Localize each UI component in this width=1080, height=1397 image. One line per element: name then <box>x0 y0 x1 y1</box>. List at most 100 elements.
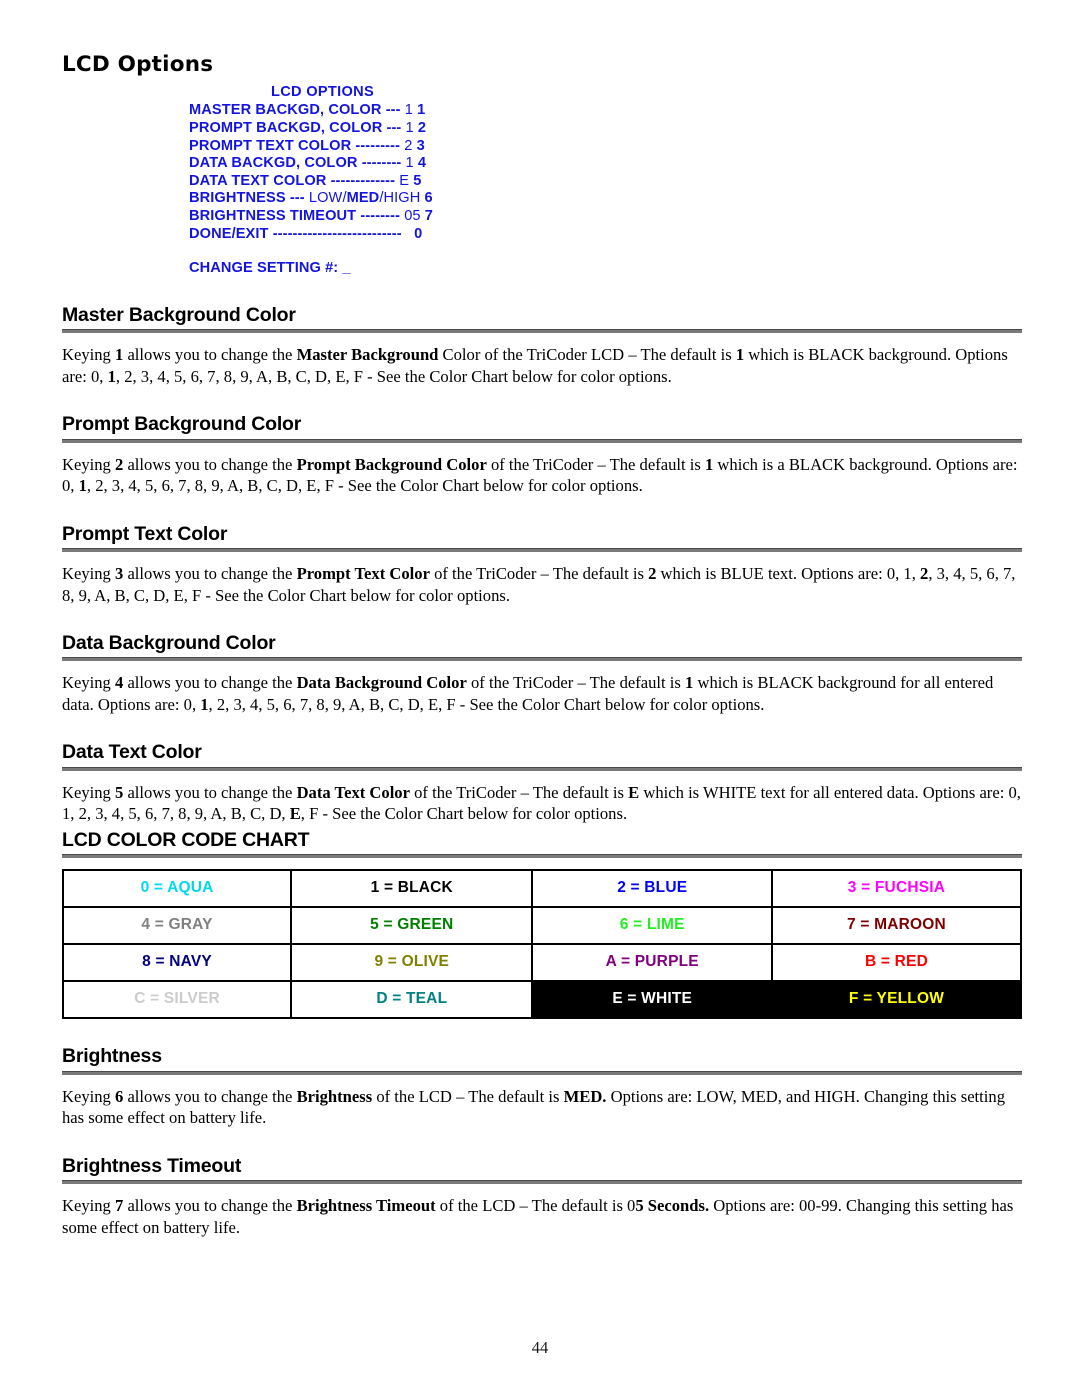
lcd-menu-value: 1 <box>404 102 418 119</box>
content-section: Master Background Color Keying 1 allows y… <box>62 304 1022 387</box>
content-section: Prompt Text Color Keying 3 allows you to … <box>62 523 1022 606</box>
lcd-menu-dashes: --- <box>386 119 406 136</box>
color-code-cell: D = TEAL <box>290 980 534 1020</box>
heading-rule <box>62 1070 1022 1075</box>
heading-rule <box>62 854 1022 859</box>
content-section: Data Text Color Keying 5 allows you to ch… <box>62 741 1022 824</box>
lcd-menu-label: BRIGHTNESS TIMEOUT <box>189 207 361 224</box>
color-code-cell: 7 = MAROON <box>770 906 1023 946</box>
page-title: LCD Options <box>62 52 214 77</box>
section-body: Keying 6 allows you to change the Bright… <box>62 1086 1005 1128</box>
lcd-menu-key: 3 <box>416 137 425 154</box>
lcd-menu-value: 05 <box>404 207 425 224</box>
lcd-menu-label: PROMPT BACKGD, COLOR <box>189 119 387 136</box>
lcd-menu-key: 2 <box>417 119 427 136</box>
section-body: Keying 7 allows you to change the Bright… <box>62 1196 1014 1237</box>
section-heading: Data Background Color <box>62 632 276 654</box>
lcd-menu-item: PROMPT TEXT COLOR --------- 2 3 <box>189 138 519 156</box>
table-row: 4 = GRAY 5 = GREEN 6 = LIME 7 = MAROON <box>61 906 1023 946</box>
content-section: Brightness Keying 6 allows you to change … <box>62 1045 1022 1128</box>
lcd-menu-label: MASTER BACKGD, COLOR <box>189 102 386 119</box>
section-body: Keying 3 allows you to change the Prompt… <box>62 564 1016 605</box>
section-body: Keying 4 allows you to change the Data B… <box>62 673 994 714</box>
lcd-menu-value: E <box>399 172 414 189</box>
color-code-cell: F = YELLOW <box>770 980 1023 1020</box>
sections-top: Master Background Color Keying 1 allows y… <box>62 304 1022 825</box>
color-code-cell: 9 = OLIVE <box>290 943 534 983</box>
document-page: LCD Options LCD OPTIONS MASTER BACKGD, C… <box>0 0 1080 1397</box>
lcd-menu-dashes: --- <box>289 190 309 207</box>
color-code-cell: 0 = AQUA <box>61 869 293 909</box>
section-heading: Master Background Color <box>62 303 296 326</box>
lcd-menu-value: 2 <box>404 137 417 154</box>
lcd-menu-value: 1 <box>405 119 418 136</box>
lcd-menu-dashes: --- <box>385 102 405 119</box>
lcd-menu-dashes: -------------------------- <box>272 225 406 242</box>
lcd-menu-item: DATA TEXT COLOR ------------- E 5 <box>189 173 519 191</box>
heading-rule <box>62 438 1022 443</box>
content-section: Prompt Background Color Keying 2 allows y… <box>62 413 1022 496</box>
color-code-cell: 3 = FUCHSIA <box>770 869 1023 909</box>
section-heading: Brightness Timeout <box>62 1154 242 1177</box>
lcd-screen-title: LCD OPTIONS <box>270 83 375 100</box>
lcd-menu-item: DATA BACKGD, COLOR -------- 1 4 <box>189 155 519 173</box>
lcd-value-med: MED <box>346 190 380 207</box>
lcd-screen-panel: LCD OPTIONS MASTER BACKGD, COLOR --- 1 1… <box>189 84 519 278</box>
color-chart-section: LCD COLOR CODE CHART 0 = AQUA 1 = BLACK 2 … <box>61 828 1023 1020</box>
lcd-menu-key: 4 <box>417 155 427 172</box>
lcd-menu-key: 1 <box>417 102 426 119</box>
lcd-menu-label: DATA TEXT COLOR <box>189 172 331 189</box>
lcd-menu-key: 5 <box>413 172 422 189</box>
lcd-menu-list: MASTER BACKGD, COLOR --- 1 1 PROMPT BACKG… <box>189 102 519 243</box>
lcd-menu-item: MASTER BACKGD, COLOR --- 1 1 <box>189 102 519 120</box>
color-code-cell: 8 = NAVY <box>61 943 293 983</box>
section-body: Keying 5 allows you to change the Data T… <box>62 782 1021 824</box>
lcd-menu-item: BRIGHTNESS --- LOW/MED/HIGH 6 <box>189 190 519 208</box>
content-section: Data Background Color Keying 4 allows you… <box>62 632 1022 715</box>
color-code-cell: E = WHITE <box>531 980 773 1020</box>
lcd-menu-item: BRIGHTNESS TIMEOUT -------- 05 7 <box>189 208 519 226</box>
lcd-menu-label: DATA BACKGD, COLOR <box>189 155 362 172</box>
lcd-menu-value: 1 <box>405 155 418 172</box>
color-code-cell: A = PURPLE <box>531 943 773 983</box>
section-heading: Brightness <box>62 1045 162 1068</box>
lcd-value-high: HIGH <box>383 190 425 207</box>
section-heading: Prompt Text Color <box>62 522 228 545</box>
lcd-menu-item: PROMPT BACKGD, COLOR --- 1 2 <box>189 120 519 138</box>
section-heading: Data Text Color <box>62 741 202 764</box>
color-code-cell: 4 = GRAY <box>61 906 293 946</box>
lcd-menu-label: DONE/EXIT <box>189 225 273 242</box>
lcd-color-code-table: 0 = AQUA 1 = BLACK 2 = BLUE 3 = FUCHSIA 4 = … <box>61 869 1023 1020</box>
color-code-cell: C = SILVER <box>61 980 293 1020</box>
heading-rule <box>62 329 1022 334</box>
lcd-value-low: LOW <box>308 190 343 207</box>
lcd-menu-key: 0 <box>414 225 423 242</box>
lcd-menu-value <box>406 226 414 242</box>
color-code-cell: 2 = BLUE <box>531 869 773 909</box>
heading-rule <box>62 1180 1022 1185</box>
color-chart-heading: LCD COLOR CODE CHART <box>62 828 310 851</box>
lcd-spacer <box>189 243 519 260</box>
color-code-cell: 1 = BLACK <box>290 869 534 909</box>
lcd-menu-label: PROMPT TEXT COLOR <box>189 137 356 154</box>
color-code-cell: 5 = GREEN <box>290 906 534 946</box>
lcd-menu-dashes: -------- <box>360 207 405 224</box>
heading-rule <box>62 657 1022 662</box>
lcd-menu-dashes: ------------- <box>330 172 400 189</box>
section-body: Keying 1 allows you to change the Master… <box>62 345 1008 386</box>
lcd-menu-dashes: -------- <box>361 155 406 172</box>
table-row: 8 = NAVY 9 = OLIVE A = PURPLE B = RED <box>61 943 1023 983</box>
heading-rule <box>62 548 1022 552</box>
table-row: 0 = AQUA 1 = BLACK 2 = BLUE 3 = FUCHSIA <box>61 869 1023 909</box>
color-code-cell: B = RED <box>770 943 1023 983</box>
section-heading: Prompt Background Color <box>62 413 302 436</box>
lcd-menu-key: 7 <box>424 207 434 224</box>
content-section: Brightness Timeout Keying 7 allows you to… <box>62 1155 1022 1238</box>
lcd-menu-key: 6 <box>424 190 433 207</box>
table-row: C = SILVER D = TEAL E = WHITE F = YELLOW <box>61 980 1023 1020</box>
color-code-cell: 6 = LIME <box>531 906 773 946</box>
lcd-menu-dashes: --------- <box>355 137 405 154</box>
sections-bottom: Brightness Keying 6 allows you to change … <box>62 1045 1022 1238</box>
lcd-change-setting-prompt: CHANGE SETTING #: _ <box>189 260 351 277</box>
heading-rule <box>62 766 1022 771</box>
